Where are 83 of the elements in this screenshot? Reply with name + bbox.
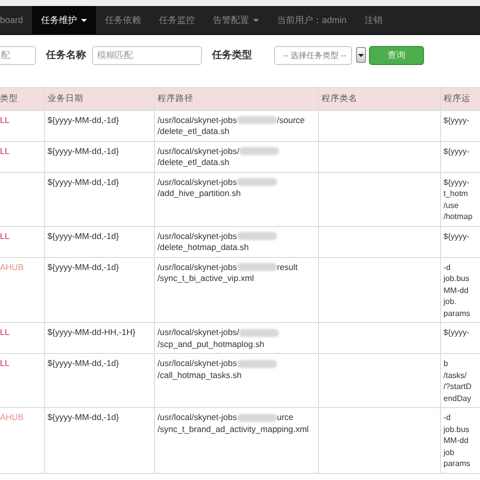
- table-cell: -d: [444, 412, 451, 424]
- table-cell: /use: [444, 200, 459, 211]
- table-cell: ${yyyy-MM-dd,-1d}: [48, 412, 119, 422]
- path-text: /usr/local/skynet-jobs/: [158, 146, 240, 157]
- redaction-mark: [236, 178, 277, 186]
- redaction-mark: [239, 147, 280, 156]
- path-text: /sync_t_bi_active_vip.xml: [158, 273, 254, 284]
- column-header: 程序类名: [322, 93, 358, 103]
- nav-item[interactable]: 注销: [356, 6, 392, 34]
- table-cell: ${yyyy-: [444, 327, 470, 338]
- nav-item[interactable]: 任务维护: [32, 6, 96, 34]
- input-field[interactable]: 配: [0, 46, 36, 64]
- path-text: result: [276, 262, 298, 273]
- table-cell: LL: [0, 230, 10, 240]
- table-cell: endDay: [444, 392, 472, 404]
- table-cell: -d: [444, 262, 451, 273]
- path-text: /usr/local/skynet-jobs/: [158, 327, 240, 338]
- redaction-mark: [236, 116, 277, 124]
- path-text: /usr/local/skynet-jobs: [158, 262, 237, 273]
- table-cell: /hotmap: [444, 211, 472, 222]
- path-text: urce: [276, 412, 294, 424]
- table-cell: ${yyyy-MM-dd,-1d}: [48, 114, 119, 124]
- table-cell: ${yyyy-: [444, 230, 470, 242]
- table-cell: AHUB: [0, 412, 24, 422]
- table-cell: ${yyyy-MM-dd,-1d}: [48, 262, 119, 272]
- redaction-mark: [236, 360, 277, 368]
- table-cell: ${yyyy-: [444, 176, 470, 188]
- nav-item[interactable]: 告警配置: [204, 6, 268, 34]
- table-cell: ${yyyy-MM-dd,-1d}: [48, 176, 119, 186]
- table-cell: job.: [444, 296, 456, 308]
- search-button[interactable]: 查询: [369, 46, 424, 64]
- path-text: /usr/local/skynet-jobs: [158, 176, 237, 188]
- redaction-mark: [239, 328, 280, 337]
- table-cell: LL: [0, 358, 10, 368]
- table-cell: ${yyyy-: [444, 114, 470, 126]
- table-cell: /?startD: [444, 381, 472, 392]
- column-header: 程序运: [444, 93, 470, 103]
- table-cell: MM-dd: [444, 435, 468, 446]
- nav-item[interactable]: 任务监控: [150, 6, 204, 34]
- table-cell: AHUB: [0, 262, 24, 272]
- type-select[interactable]: -- 选择任务类型 --: [274, 46, 352, 64]
- table-cell: ${yyyy-MM-dd-HH,-1H}: [48, 327, 136, 337]
- path-text: /call_hotmap_tasks.sh: [158, 370, 242, 381]
- table-cell: b: [444, 358, 448, 370]
- path-text: /delete_etl_data.sh: [158, 157, 230, 168]
- nav-item[interactable]: 当前用户：admin: [268, 6, 356, 34]
- table-cell: LL: [0, 114, 10, 124]
- field-label: 任务名称: [46, 48, 86, 62]
- table-cell: params: [444, 308, 470, 319]
- table-cell: LL: [0, 327, 10, 337]
- column-header: 类型: [0, 93, 18, 103]
- redaction-mark: [236, 232, 277, 240]
- table-cell: LL: [0, 146, 10, 156]
- table-cell: /tasks/: [444, 370, 467, 381]
- path-text: /usr/local/skynet-jobs: [158, 412, 237, 424]
- table-cell: ${yyyy-: [444, 146, 470, 157]
- column-header: 程序路径: [158, 93, 194, 103]
- table-cell: job.bus: [444, 273, 470, 284]
- path-text: /scp_and_put_hotmaplog.sh: [158, 338, 264, 350]
- table-cell: params: [444, 458, 470, 470]
- path-text: /sync_t_brand_ad_activity_mapping.xml: [158, 424, 309, 435]
- path-text: /add_hive_partition.sh: [158, 188, 241, 200]
- redaction-mark: [236, 263, 277, 272]
- table-cell: job: [444, 446, 454, 458]
- path-text: /delete_hotmap_data.sh: [158, 242, 249, 254]
- nav-item[interactable]: board: [0, 6, 32, 34]
- input-field[interactable]: 模糊匹配: [92, 46, 202, 64]
- column-header: 业务日期: [48, 93, 84, 103]
- table-cell: job.bus: [444, 424, 470, 435]
- table-cell: ${yyyy-MM-dd,-1d}: [48, 358, 119, 368]
- table-cell: ${yyyy-MM-dd,-1d}: [48, 146, 119, 156]
- table-cell: t_hotm: [444, 188, 468, 200]
- path-text: /usr/local/skynet-jobs: [158, 358, 237, 370]
- table-cell: ${yyyy-MM-dd,-1d}: [48, 230, 119, 240]
- dropdown-icon[interactable]: [356, 47, 366, 63]
- field-label: 任务类型: [212, 48, 252, 62]
- nav-item[interactable]: 任务依赖: [96, 6, 150, 34]
- path-text: /source: [276, 114, 305, 126]
- redaction-mark: [236, 414, 277, 422]
- path-text: /usr/local/skynet-jobs: [158, 114, 237, 126]
- path-text: /usr/local/skynet-jobs: [158, 230, 237, 242]
- path-text: /delete_etl_data.sh: [158, 126, 230, 138]
- table-cell: MM-dd: [444, 284, 468, 296]
